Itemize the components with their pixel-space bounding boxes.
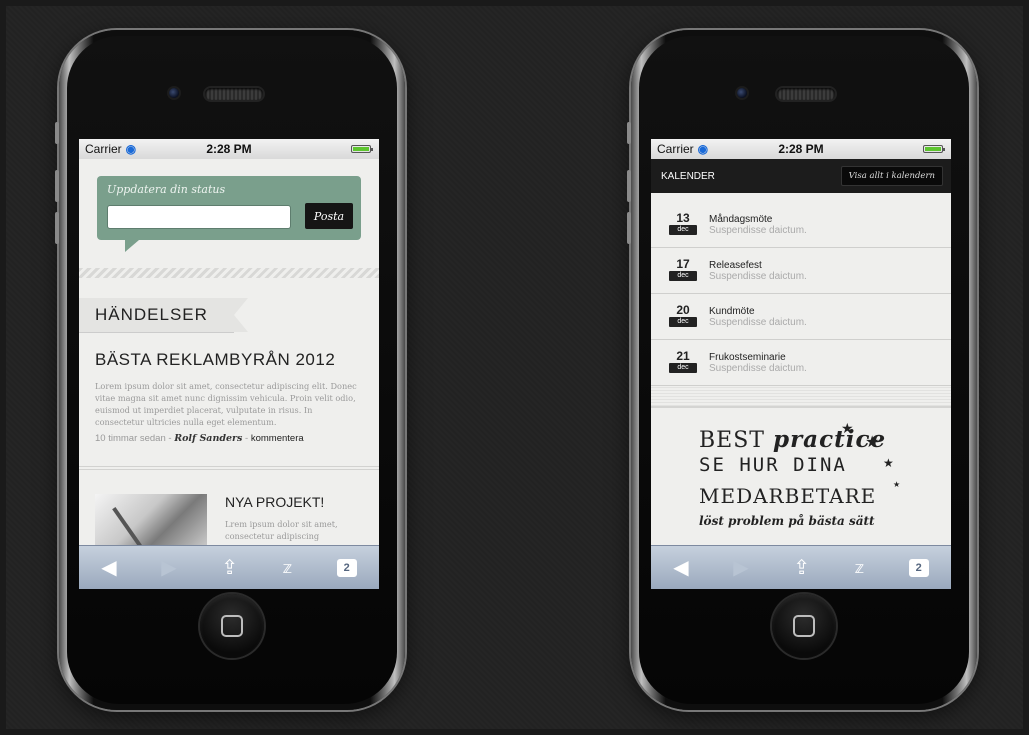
screen-feed: Carrier ◉ 2:28 PM Uppdatera din status P… — [79, 139, 379, 589]
project-title[interactable]: NYA PROJEKT! — [225, 494, 324, 510]
back-icon[interactable]: ◀ — [673, 555, 688, 580]
comment-link[interactable]: kommentera — [251, 433, 304, 444]
date-badge: 17 dec — [669, 257, 697, 285]
article-title[interactable]: BÄSTA REKLAMBYRÅN 2012 — [95, 350, 363, 370]
earpiece-speaker — [777, 88, 835, 100]
safari-toolbar: ◀ ▶ ⇪ 𝕫 2 — [651, 545, 951, 589]
calendar-event[interactable]: 13 dec Måndagsmöte Suspendisse daictum. — [651, 202, 951, 248]
calendar-event[interactable]: 17 dec Releasefest Suspendisse daictum. — [651, 248, 951, 294]
home-square-icon — [793, 615, 815, 637]
promo-line-4: löst problem på bästa sätt — [699, 514, 875, 528]
date-badge: 21 dec — [669, 349, 697, 377]
view-all-calendar-button[interactable]: Visa allt i kalendern — [840, 166, 943, 186]
ios-status-bar: Carrier ◉ 2:28 PM — [651, 139, 951, 159]
article-body: Lorem ipsum dolor sit amet, consectetur … — [95, 381, 357, 427]
bookmarks-icon[interactable]: 𝕫 — [283, 558, 292, 578]
forward-icon[interactable]: ▶ — [161, 555, 176, 580]
event-day: 17 — [676, 256, 690, 271]
clock: 2:28 PM — [778, 142, 824, 156]
iphone-left: Carrier ◉ 2:28 PM Uppdatera din status P… — [55, 30, 405, 710]
event-month: dec — [669, 270, 697, 281]
mute-switch — [627, 122, 631, 144]
event-month: dec — [669, 224, 697, 235]
event-subtitle: Suspendisse daictum. — [709, 224, 807, 236]
volume-down-button — [55, 212, 59, 244]
event-title: Kundmöte — [709, 305, 755, 317]
ios-status-bar: Carrier ◉ 2:28 PM — [79, 139, 379, 159]
screen-calendar: Carrier ◉ 2:28 PM KALENDER Visa allt i k… — [651, 139, 951, 589]
star-icon: ★ — [841, 420, 854, 436]
event-subtitle: Suspendisse daictum. — [709, 362, 807, 374]
iphone-right: Carrier ◉ 2:28 PM KALENDER Visa allt i k… — [627, 30, 977, 710]
tabs-icon[interactable]: 2 — [336, 558, 357, 577]
event-day: 20 — [676, 302, 690, 317]
calendar-event[interactable]: 20 dec Kundmöte Suspendisse daictum. — [651, 294, 951, 340]
star-icon: ★ — [893, 480, 901, 489]
date-badge: 13 dec — [669, 211, 697, 239]
promo-line-2: SE HUR DINA — [699, 454, 847, 476]
forward-icon[interactable]: ▶ — [733, 555, 748, 580]
project-body: Lrem ipsum dolor sit amet, consectetur a… — [225, 519, 338, 541]
event-title: Måndagsmöte — [709, 213, 773, 225]
mute-switch — [55, 122, 59, 144]
date-badge: 20 dec — [669, 303, 697, 331]
article-author[interactable]: Rolf Sanders — [174, 433, 242, 444]
article-time: 10 timmar sedan - — [95, 433, 172, 444]
event-day: 13 — [676, 210, 690, 225]
article-meta: 10 timmar sedan - Rolf Sanders - komment… — [95, 433, 363, 444]
striped-divider — [651, 386, 951, 408]
volume-up-button — [55, 170, 59, 202]
section-divider — [79, 466, 379, 470]
event-day: 21 — [676, 348, 690, 363]
share-icon[interactable]: ⇪ — [221, 555, 238, 580]
home-button[interactable] — [200, 594, 264, 658]
star-icon: ★ — [865, 434, 880, 451]
earpiece-speaker — [205, 88, 263, 100]
events-ribbon: HÄNDELSER — [79, 298, 248, 332]
volume-up-button — [627, 170, 631, 202]
star-icon: ★ — [883, 456, 894, 470]
event-month: dec — [669, 316, 697, 327]
bookmarks-icon[interactable]: 𝕫 — [855, 558, 864, 578]
calendar-event[interactable]: 21 dec Frukostseminarie Suspendisse daic… — [651, 340, 951, 386]
meta-separator: - — [242, 433, 251, 444]
battery-icon — [923, 145, 945, 153]
tabs-icon[interactable]: 2 — [908, 558, 929, 577]
promo-line-1: BEST practice — [699, 426, 887, 453]
post-button[interactable]: Posta — [305, 203, 353, 229]
promo-line-3: MEDARBETARE — [699, 484, 877, 508]
home-button[interactable] — [772, 594, 836, 658]
calendar-list: 13 dec Måndagsmöte Suspendisse daictum. … — [651, 202, 951, 386]
status-update-box: Uppdatera din status Posta — [97, 176, 361, 252]
calendar-header: KALENDER Visa allt i kalendern — [651, 159, 951, 193]
event-subtitle: Suspendisse daictum. — [709, 316, 807, 328]
front-camera — [737, 88, 747, 98]
event-subtitle: Suspendisse daictum. — [709, 270, 807, 282]
zigzag-divider — [79, 268, 379, 278]
event-title: Frukostseminarie — [709, 351, 786, 363]
front-camera — [169, 88, 179, 98]
back-icon[interactable]: ◀ — [101, 555, 116, 580]
clock: 2:28 PM — [206, 142, 252, 156]
event-month: dec — [669, 362, 697, 373]
volume-down-button — [627, 212, 631, 244]
status-label: Uppdatera din status — [107, 183, 226, 196]
status-input[interactable] — [107, 205, 291, 229]
home-square-icon — [221, 615, 243, 637]
calendar-title: KALENDER — [661, 170, 715, 182]
promo-banner[interactable]: BEST practice SE HUR DINA MEDARBETARE lö… — [651, 420, 951, 546]
event-title: Releasefest — [709, 259, 762, 271]
share-icon[interactable]: ⇪ — [793, 555, 810, 580]
safari-toolbar: ◀ ▶ ⇪ 𝕫 2 — [79, 545, 379, 589]
battery-icon — [351, 145, 373, 153]
